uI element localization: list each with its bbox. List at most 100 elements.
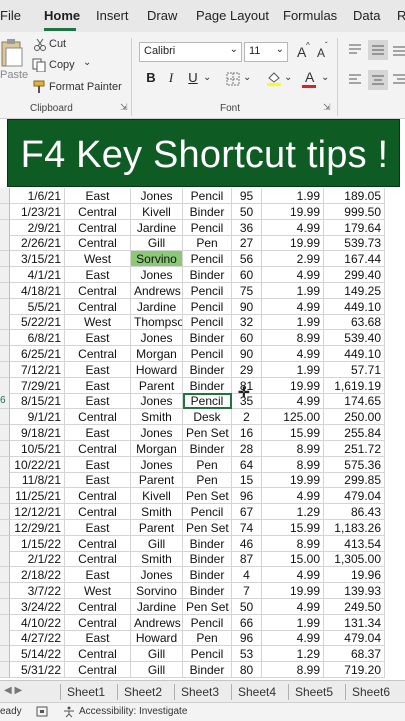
cell-region[interactable]: East (65, 519, 131, 536)
cell-units[interactable]: 90 (232, 298, 262, 315)
clipboard-dialog-launcher-icon[interactable]: ⇲ (120, 102, 128, 113)
cell-date[interactable]: 5/5/21 (10, 298, 65, 315)
cell-region[interactable]: Central (65, 203, 131, 220)
cell-rep[interactable]: Jardine (131, 298, 183, 315)
cell-total[interactable]: 999.50 (324, 203, 385, 220)
cell-units[interactable]: 96 (232, 630, 262, 647)
cell-rep[interactable]: Howard (131, 361, 183, 378)
cell-unit-cost[interactable]: 8.99 (262, 330, 324, 347)
paste-icon[interactable] (0, 38, 24, 68)
cell-total[interactable]: 19.96 (324, 567, 385, 584)
cell-unit-cost[interactable]: 15.99 (262, 425, 324, 441)
tab-home[interactable]: Home (44, 8, 80, 23)
cell-total[interactable]: 539.73 (324, 235, 385, 252)
cell-units[interactable]: 50 (232, 598, 262, 615)
chevron-down-icon[interactable]: ⌄ (243, 72, 251, 83)
cell-rep[interactable]: Thompson (131, 314, 183, 331)
scissors-icon[interactable] (33, 38, 47, 52)
cell-region[interactable]: East (65, 456, 131, 473)
cell-total[interactable]: 179.64 (324, 219, 385, 236)
cell-rep[interactable]: Morgan (131, 440, 183, 457)
cell-item[interactable]: Binder (183, 551, 232, 568)
cell-total[interactable]: 167.44 (324, 251, 385, 268)
cell-total[interactable]: 1,305.00 (324, 551, 385, 568)
row-header[interactable] (0, 409, 10, 426)
cell-region[interactable]: Central (65, 282, 131, 299)
row-header[interactable] (0, 472, 10, 489)
cell-rep[interactable]: Kivell (131, 488, 183, 505)
row-header[interactable] (0, 267, 10, 283)
row-header[interactable] (0, 504, 10, 520)
cell-region[interactable]: Central (65, 614, 131, 631)
cell-rep[interactable]: Parent (131, 377, 183, 394)
cell-unit-cost[interactable]: 19.99 (262, 235, 324, 252)
cell-date[interactable]: 7/29/21 (10, 377, 65, 394)
cell-item[interactable]: Pencil (183, 219, 232, 236)
cell-unit-cost[interactable]: 4.99 (262, 598, 324, 615)
cell-rep[interactable]: Parent (131, 472, 183, 489)
cell-unit-cost[interactable]: 19.99 (262, 583, 324, 599)
cell-date[interactable]: 10/5/21 (10, 440, 65, 457)
cell-units[interactable]: 74 (232, 519, 262, 536)
cell-rep[interactable]: Gill (131, 662, 183, 678)
cell-region[interactable]: East (65, 330, 131, 347)
cell-item[interactable]: Pencil (183, 314, 232, 331)
cell-region[interactable]: West (65, 314, 131, 331)
cell-unit-cost[interactable]: 19.99 (262, 377, 324, 394)
macro-record-icon[interactable] (36, 706, 48, 717)
row-header[interactable] (0, 551, 10, 568)
cell-date[interactable]: 9/1/21 (10, 409, 65, 426)
cell-unit-cost[interactable]: 2.99 (262, 251, 324, 268)
cell-item[interactable]: Binder (183, 583, 232, 599)
cell-total[interactable]: 131.34 (324, 614, 385, 631)
cell-rep[interactable]: Kivell (131, 203, 183, 220)
cell-item[interactable]: Pencil (183, 393, 232, 410)
cell-region[interactable]: Central (65, 646, 131, 663)
cell-units[interactable]: 90 (232, 346, 262, 362)
bold-button[interactable]: B (144, 70, 158, 85)
chevron-down-icon[interactable]: ⌄ (83, 57, 91, 68)
cell-rep[interactable]: Gill (131, 535, 183, 552)
tab-data[interactable]: Data (353, 8, 380, 23)
cell-date[interactable]: 5/31/22 (10, 662, 65, 678)
cell-total[interactable]: 149.25 (324, 282, 385, 299)
italic-button[interactable]: I (164, 70, 178, 86)
cell-date[interactable]: 7/12/21 (10, 361, 65, 378)
cell-date[interactable]: 9/18/21 (10, 425, 65, 441)
row-header[interactable] (0, 583, 10, 599)
cell-item[interactable]: Pencil (183, 646, 232, 663)
cell-total[interactable]: 250.00 (324, 409, 385, 426)
cell-total[interactable]: 1,183.26 (324, 519, 385, 536)
row-header[interactable] (0, 346, 10, 362)
font-color-button[interactable]: A (305, 69, 314, 85)
cell-units[interactable]: 16 (232, 425, 262, 441)
cell-units[interactable]: 15 (232, 472, 262, 489)
cell-region[interactable]: Central (65, 219, 131, 236)
tab-file[interactable]: File (0, 8, 21, 23)
tab-review[interactable]: R (397, 8, 405, 23)
cell-item[interactable]: Binder (183, 267, 232, 283)
cell-region[interactable]: West (65, 583, 131, 599)
cell-rep[interactable]: Jones (131, 393, 183, 410)
cell-item[interactable]: Pencil (183, 251, 232, 268)
row-header[interactable] (0, 188, 10, 204)
tab-formulas[interactable]: Formulas (283, 8, 337, 23)
sheet-tab-5[interactable]: Sheet5 (295, 685, 333, 699)
cell-units[interactable]: 2 (232, 409, 262, 426)
cell-total[interactable]: 479.04 (324, 488, 385, 505)
cell-total[interactable]: 299.40 (324, 267, 385, 283)
cell-units[interactable]: 27 (232, 235, 262, 252)
increase-font-size-button[interactable]: A (297, 44, 306, 60)
accessibility-status[interactable]: Accessibility: Investigate (79, 706, 187, 717)
cell-item[interactable]: Desk (183, 409, 232, 426)
decrease-font-size-button[interactable]: A (317, 46, 325, 60)
row-header[interactable] (0, 282, 10, 299)
cell-item[interactable]: Pen Set (183, 425, 232, 441)
cell-item[interactable]: Binder (183, 361, 232, 378)
cell-units[interactable]: 28 (232, 440, 262, 457)
cell-unit-cost[interactable]: 8.99 (262, 440, 324, 457)
cell-region[interactable]: East (65, 472, 131, 489)
cell-item[interactable]: Pen (183, 630, 232, 647)
tab-page-layout[interactable]: Page Layout (196, 8, 269, 23)
row-header[interactable] (0, 519, 10, 536)
